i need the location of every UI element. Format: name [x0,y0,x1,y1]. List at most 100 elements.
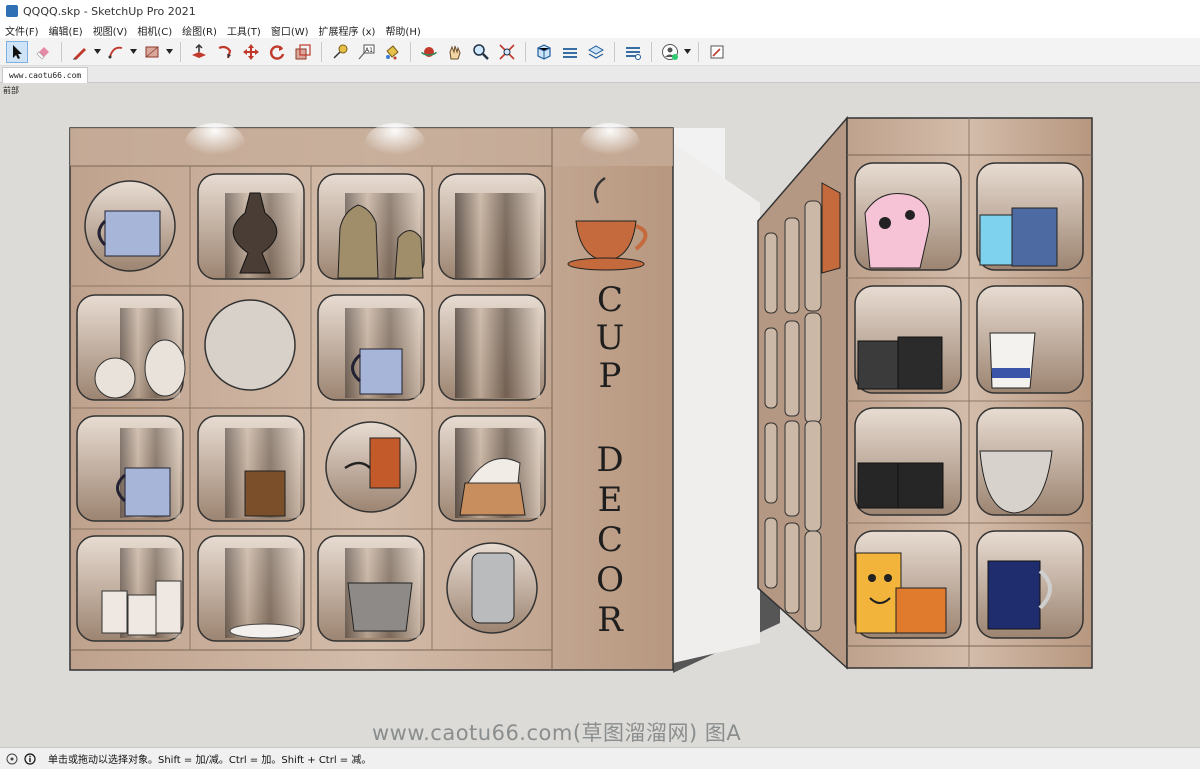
zoom-extents-tool-button[interactable] [496,41,518,63]
eraser-tool-button[interactable] [32,41,54,63]
toolbar-separator [698,41,699,62]
main-toolbar: A1 [0,38,1200,66]
side-wall [673,143,760,663]
scene-label: 前部 [3,86,19,95]
push-pull-icon [192,43,206,58]
layout-button[interactable] [585,41,607,63]
blue-pattern-mug [351,348,403,395]
drawing-viewport[interactable]: C U P D E C O R 前部 [0,83,1200,747]
tape-measure-tool-button[interactable] [329,41,351,63]
orbit-icon [421,46,437,57]
3d-model-scene: C U P D E C O R [69,115,1093,673]
sign-letter: R [597,600,624,640]
user-account-icon [662,43,678,60]
push-pull-tool-button[interactable] [188,41,210,63]
menu-extensions[interactable]: 扩展程序 (x) [314,23,381,38]
bronze-cup [244,470,286,517]
toolbar-separator [525,41,526,62]
menu-view[interactable]: 视图(V) [88,23,133,38]
arc-icon [108,46,123,58]
eraser-icon [36,46,49,59]
front-cup-cabinet[interactable]: C U P D E C O R [69,123,674,671]
send-to-layout-button[interactable] [706,41,728,63]
rotate-tool-button[interactable] [266,41,288,63]
chevron-down-icon [129,49,137,54]
layout-send-icon [710,45,724,58]
select-tool-button[interactable] [6,40,28,63]
black-mugs [857,336,943,390]
follow-me-tool-button[interactable] [214,41,236,63]
circular-niche [204,299,296,391]
menu-window[interactable]: 窗口(W) [266,23,314,38]
magnifier-icon [473,43,489,60]
arc-tool-button[interactable] [105,41,127,63]
sign-letter: E [598,480,623,520]
pitcher [989,332,1036,389]
toolbar-separator [180,41,181,62]
menu-bar: 文件(F) 编辑(E) 视图(V) 相机(C) 绘图(R) 工具(T) 窗口(W… [0,22,1200,38]
line-tool-button[interactable] [69,41,91,63]
sign-letter: C [597,280,623,320]
sign-letter: U [596,318,625,358]
geo-location-icon[interactable] [6,753,18,765]
menu-edit[interactable]: 编辑(E) [44,23,88,38]
arc-tool-dropdown[interactable] [129,41,137,63]
hand-pan-icon [449,45,461,59]
sign-letter: P [599,356,622,396]
tape-measure-icon [333,44,348,59]
status-bar: 单击或拖动以选择对象。Shift = 加/减。Ctrl = 加。Shift + … [0,747,1200,769]
menu-draw[interactable]: 绘图(R) [177,23,222,38]
account-button[interactable] [659,41,681,63]
toolbar-separator [321,41,322,62]
scene-tab[interactable]: www.caotu66.com [2,67,89,83]
menu-tools[interactable]: 工具(T) [222,23,266,38]
warehouse-icon [537,43,551,60]
chevron-down-icon [93,49,101,54]
menu-help[interactable]: 帮助(H) [380,23,425,38]
rectangle-tool-button[interactable] [141,41,163,63]
menu-camera[interactable]: 相机(C) [132,23,177,38]
extension-icon [563,47,577,58]
toolbar-separator [614,41,615,62]
svg-text:A1: A1 [365,47,373,54]
text-tool-button[interactable]: A1 [355,41,377,63]
pencil-icon [73,47,86,60]
info-icon[interactable] [24,752,36,765]
side-cup-cabinet[interactable] [757,115,1093,670]
sketchup-app-icon [6,5,18,17]
toolbar-separator [61,41,62,62]
sign-letter: D [596,440,623,480]
zoom-extents-icon [499,43,515,60]
extension-manager-button[interactable] [622,41,644,63]
toolbar-separator [651,41,652,62]
blue-pattern-mug [116,467,171,517]
scale-icon [295,43,311,59]
cow-mug [864,193,930,269]
scale-tool-button[interactable] [292,41,314,63]
rectangle-icon [145,46,159,57]
rectangle-tool-dropdown[interactable] [165,41,173,63]
silver-canister [471,552,515,624]
sign-letter: C [597,520,623,560]
paint-bucket-tool-button[interactable] [381,41,403,63]
account-dropdown[interactable] [683,41,691,63]
sign-letter: O [596,560,624,600]
pan-tool-button[interactable] [444,41,466,63]
3d-warehouse-button[interactable] [533,41,555,63]
cursor-arrow-icon [13,44,22,59]
status-message: 单击或拖动以选择对象。Shift = 加/减。Ctrl = 加。Shift + … [48,755,372,766]
line-tool-dropdown[interactable] [93,41,101,63]
printed-mugs [979,207,1058,267]
move-arrows-icon [243,43,259,60]
menu-file[interactable]: 文件(F) [0,23,44,38]
orbit-tool-button[interactable] [418,41,440,63]
move-tool-button[interactable] [240,41,262,63]
extension-warehouse-button[interactable] [559,41,581,63]
window-title: QQQQ.skp - SketchUp Pro 2021 [23,4,196,18]
rotate-icon [270,44,285,60]
chevron-down-icon [165,49,173,54]
text-label-icon: A1 [358,44,375,59]
title-bar: QQQQ.skp - SketchUp Pro 2021 [0,0,1200,22]
zoom-tool-button[interactable] [470,41,492,63]
marble-bowl [347,582,413,632]
